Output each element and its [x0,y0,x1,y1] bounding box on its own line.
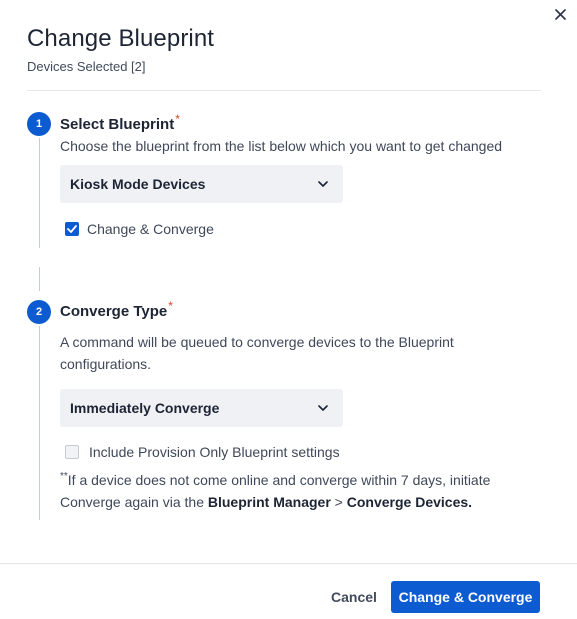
header-divider [27,90,541,91]
converge-type-select-value: Immediately Converge [70,400,220,416]
footer-divider [0,563,577,564]
required-marker: * [168,299,173,313]
step-2-indicator: 2 [27,300,51,324]
close-button[interactable] [549,5,571,27]
devices-selected-count: Devices Selected [2] [27,59,146,74]
chevron-down-icon [317,402,329,414]
blueprint-select[interactable]: Kiosk Mode Devices [60,165,343,203]
close-icon [554,7,566,25]
step-2-connector [39,326,40,520]
step-2-description-line2: configurations. [60,356,152,372]
provision-only-label: Include Provision Only Blueprint setting… [89,444,340,460]
step-1-indicator: 1 [27,112,51,136]
dialog-title: Change Blueprint [27,25,215,52]
cancel-button[interactable]: Cancel [325,582,383,612]
blueprint-manager-text: Blueprint Manager [207,494,331,510]
converge-type-select[interactable]: Immediately Converge [60,389,343,427]
blueprint-select-value: Kiosk Mode Devices [70,176,206,192]
step-2-description-line1: A command will be queued to converge dev… [60,334,454,350]
note-separator: > [330,494,347,510]
required-marker: * [175,112,180,126]
change-converge-label: Change & Converge [87,221,214,237]
chevron-down-icon [317,178,329,190]
step-1-connector [39,138,40,248]
step-1-title: Select Blueprint* [60,112,180,133]
converge-devices-text: Converge Devices. [346,494,473,510]
step-1-description: Choose the blueprint from the list below… [60,138,503,154]
step-2-title-text: Converge Type [60,303,168,320]
step-1-title-text: Select Blueprint [60,116,175,133]
provision-only-checkbox[interactable] [65,445,79,459]
provision-only-option[interactable]: Include Provision Only Blueprint setting… [65,444,340,460]
change-and-converge-button[interactable]: Change & Converge [391,581,540,613]
change-converge-checkbox[interactable] [65,222,79,236]
converge-note: **If a device does not come online and c… [60,469,530,513]
change-converge-option[interactable]: Change & Converge [65,221,214,237]
note-marker: ** [60,471,68,482]
step-2-title: Converge Type* [60,299,173,320]
step-divider-line [39,267,40,291]
step-2-description: A command will be queued to converge dev… [60,331,454,375]
